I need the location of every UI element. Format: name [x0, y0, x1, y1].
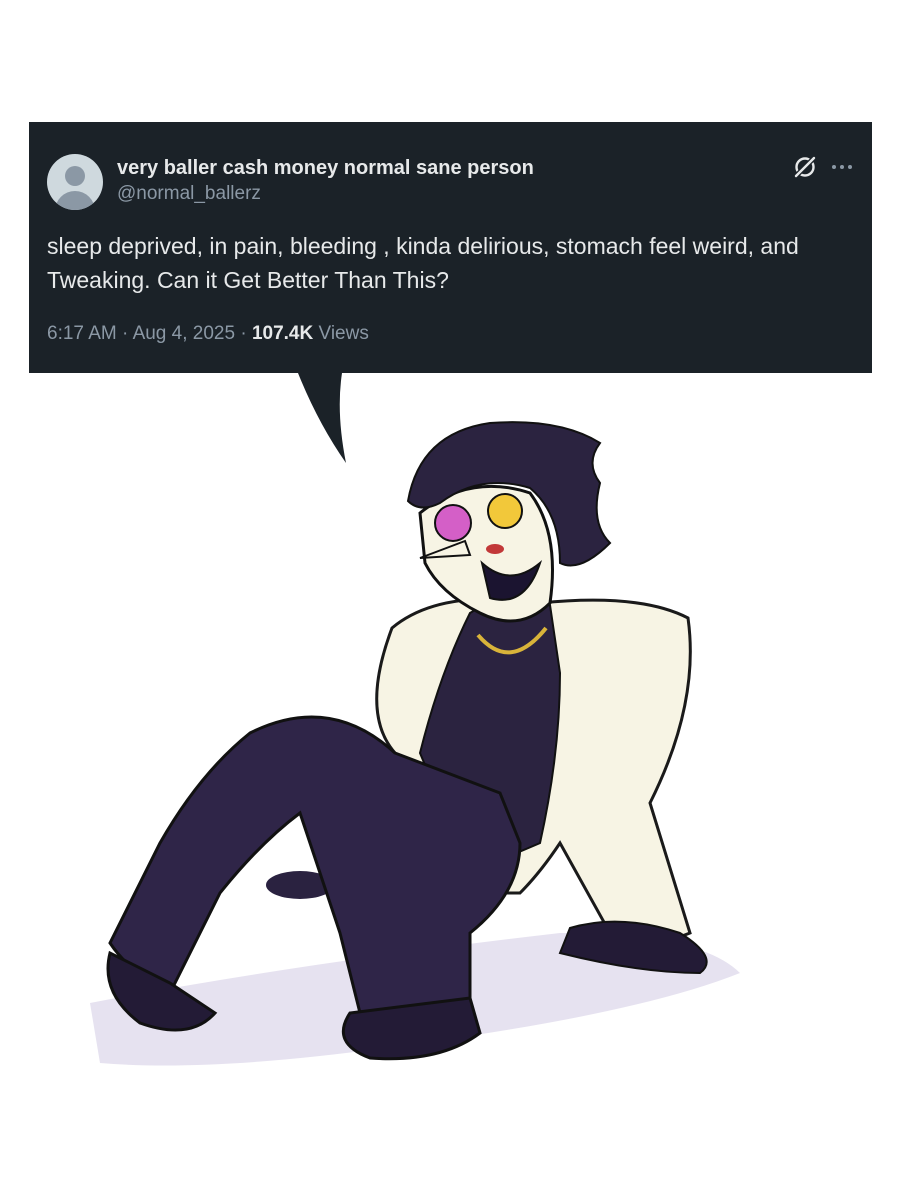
tweet-text: sleep deprived, in pain, bleeding , kind…: [47, 233, 805, 293]
views-count: 107.4K: [251, 323, 314, 344]
more-options-icon[interactable]: [832, 157, 852, 177]
avatar-head-shape: [65, 166, 85, 186]
blood-mark: [486, 544, 504, 554]
tweet-card[interactable]: very baller cash money normal sane perso…: [29, 122, 872, 373]
more-dot: [832, 165, 836, 169]
tweet-meta: 6:17 AM · Aug 4, 2025 · 107.4K Views: [47, 321, 852, 347]
pink-lens: [434, 504, 472, 542]
default-avatar-icon[interactable]: [47, 154, 103, 210]
more-dot: [840, 165, 844, 169]
grok-icon[interactable]: [792, 154, 818, 180]
character-illustration: [90, 373, 740, 1066]
user-handle[interactable]: @normal_ballerz: [117, 180, 534, 208]
avatar-body-shape: [55, 191, 95, 210]
tweet-date[interactable]: Aug 4, 2025: [133, 323, 235, 344]
meta-separator: ·: [240, 323, 247, 344]
more-dot: [848, 165, 852, 169]
tweet-time[interactable]: 6:17 AM: [47, 323, 117, 344]
views-label: Views: [318, 323, 369, 344]
page: very baller cash money normal sane perso…: [0, 0, 900, 1200]
speech-bubble-tail: [298, 373, 346, 463]
tweet-header: very baller cash money normal sane perso…: [47, 152, 852, 210]
yellow-lens: [487, 493, 523, 529]
header-actions: [792, 154, 852, 180]
author-names: very baller cash money normal sane perso…: [117, 156, 534, 208]
display-name[interactable]: very baller cash money normal sane perso…: [117, 156, 534, 180]
meta-separator: ·: [122, 323, 129, 344]
